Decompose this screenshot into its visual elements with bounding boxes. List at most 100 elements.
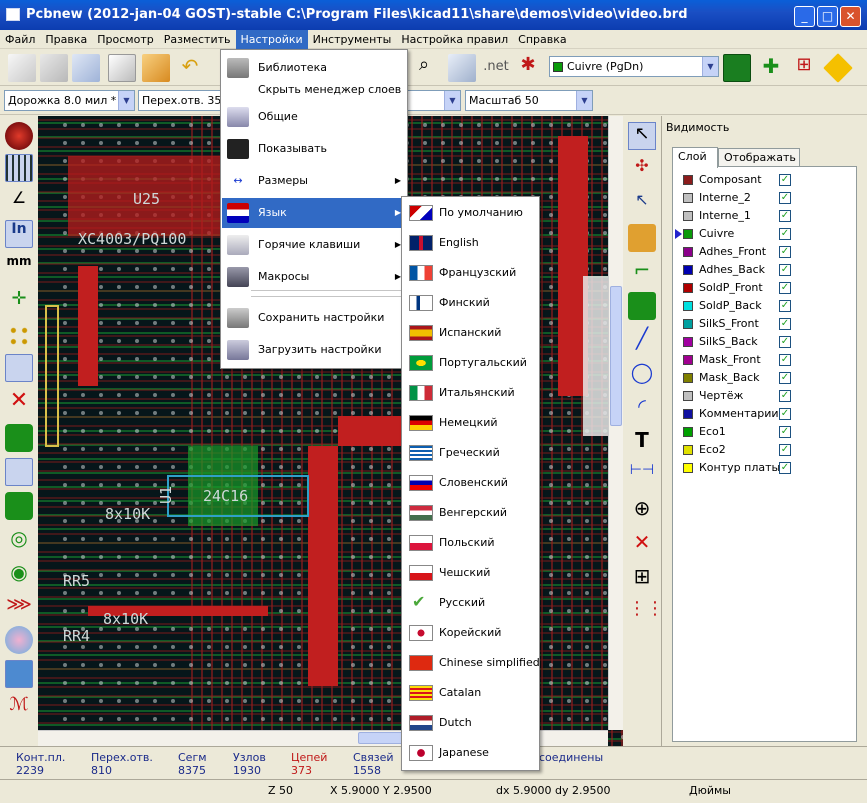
language-item[interactable]: Португальский (403, 348, 539, 378)
autoroute-icon[interactable]: ⊞ (790, 54, 818, 82)
auto-delete-track-icon[interactable]: ✕ (5, 388, 33, 416)
tab-layers[interactable]: Слой (672, 147, 718, 168)
layer-name[interactable]: Adhes_Front (699, 243, 766, 261)
page-settings-icon[interactable] (108, 54, 136, 82)
language-item[interactable]: Французский (403, 258, 539, 288)
language-item[interactable]: Финский (403, 288, 539, 318)
layer-color-swatch[interactable] (683, 445, 693, 455)
settings-menu-item[interactable]: Язык ▶ (222, 198, 407, 228)
zone-fill-icon[interactable] (5, 424, 33, 452)
chevron-down-icon[interactable]: ▼ (444, 91, 460, 110)
maximize-button[interactable]: □ (817, 6, 838, 27)
layer-color-swatch[interactable] (683, 409, 693, 419)
layer-color-swatch[interactable] (683, 373, 693, 383)
menu-file[interactable]: Файл (0, 30, 40, 49)
module-editor-icon[interactable] (142, 54, 170, 82)
layer-name[interactable]: Eco2 (699, 441, 726, 459)
track-sketch-icon[interactable]: ◉ (5, 560, 33, 588)
settings-menu-item[interactable]: Скрыть менеджер слоев (222, 78, 407, 102)
layer-visible-checkbox[interactable]: ✓ (779, 192, 791, 204)
language-item[interactable]: Чешский (403, 558, 539, 588)
add-arc-icon[interactable]: ◜ (628, 394, 656, 422)
layer-color-swatch[interactable] (683, 229, 693, 239)
chevron-down-icon[interactable]: ▼ (576, 91, 592, 110)
grid-icon[interactable] (5, 154, 33, 182)
chevron-down-icon[interactable]: ▼ (118, 91, 134, 110)
layer-name[interactable]: Контур платы (699, 459, 780, 477)
language-item[interactable]: English (403, 228, 539, 258)
language-item[interactable]: Венгерский (403, 498, 539, 528)
menu-edit[interactable]: Правка (40, 30, 92, 49)
language-item[interactable]: Japanese (403, 738, 539, 768)
layer-visible-checkbox[interactable]: ✓ (779, 246, 791, 258)
layer-color-swatch[interactable] (683, 463, 693, 473)
layer-visible-checkbox[interactable]: ✓ (779, 462, 791, 474)
menu-place[interactable]: Разместить (159, 30, 236, 49)
layer-visible-checkbox[interactable]: ✓ (779, 174, 791, 186)
delete-icon[interactable]: ✕ (628, 530, 656, 558)
cursor-shape-icon[interactable]: ✛ (5, 288, 33, 316)
layer-visible-checkbox[interactable]: ✓ (779, 336, 791, 348)
polar-coords-icon[interactable]: ∠ (5, 188, 33, 216)
python-script-icon[interactable] (823, 53, 853, 83)
layer-visible-checkbox[interactable]: ✓ (779, 390, 791, 402)
layer-visible-checkbox[interactable]: ✓ (779, 426, 791, 438)
chevron-down-icon[interactable]: ▼ (702, 57, 718, 76)
layer-visible-checkbox[interactable]: ✓ (779, 264, 791, 276)
layer-name[interactable]: Mask_Back (699, 369, 760, 387)
add-track-icon[interactable]: ⌐ (628, 258, 656, 286)
layer-name[interactable]: SilkS_Front (699, 315, 759, 333)
pad-sketch-icon[interactable] (5, 492, 33, 520)
language-item[interactable]: Польский (403, 528, 539, 558)
language-item[interactable]: Греческий (403, 438, 539, 468)
add-target-icon[interactable]: ⊕ (628, 496, 656, 524)
layer-name[interactable]: Комментарии (699, 405, 779, 423)
via-sketch-icon[interactable]: ◎ (5, 526, 33, 554)
zone-outline-icon[interactable] (5, 458, 33, 486)
add-circle-icon[interactable]: ◯ (628, 360, 656, 388)
zoom-select[interactable]: Масштаб 50 ▼ (465, 90, 593, 111)
settings-menu-item[interactable]: Макросы ▶ (222, 262, 407, 292)
new-board-icon[interactable] (8, 54, 36, 82)
print-icon[interactable] (448, 54, 476, 82)
menu-help[interactable]: Справка (513, 30, 571, 49)
settings-menu-item[interactable]: Горячие клавиши ▶ (222, 230, 407, 260)
add-module-icon[interactable] (628, 224, 656, 252)
via-size-select[interactable]: Перех.отв. 35.0 (138, 90, 222, 111)
layer-visible-checkbox[interactable]: ✓ (779, 354, 791, 366)
language-item[interactable]: Немецкий (403, 408, 539, 438)
layer-color-swatch[interactable] (683, 175, 693, 185)
microwave-shape-icon[interactable]: ℳ (5, 694, 33, 722)
vertical-scrollbar[interactable] (608, 116, 623, 730)
layer-name[interactable]: Composant (699, 171, 762, 189)
layer-name[interactable]: Adhes_Back (699, 261, 765, 279)
set-origin-icon[interactable]: ⊞ (628, 564, 656, 592)
layer-color-swatch[interactable] (683, 427, 693, 437)
layer-visible-checkbox[interactable]: ✓ (779, 300, 791, 312)
layer-color-swatch[interactable] (683, 193, 693, 203)
layer-color-swatch[interactable] (683, 355, 693, 365)
settings-menu-item[interactable]: Загрузить настройки (222, 335, 407, 365)
layer-color-swatch[interactable] (683, 337, 693, 347)
vscroll-thumb[interactable] (610, 286, 622, 426)
add-zone-icon[interactable] (628, 292, 656, 320)
layers-palette-icon[interactable] (5, 626, 33, 654)
menu-design-rules[interactable]: Настройка правил (396, 30, 513, 49)
layer-visible-checkbox[interactable]: ✓ (779, 210, 791, 222)
layer-visible-checkbox[interactable]: ✓ (779, 318, 791, 330)
layer-color-swatch[interactable] (683, 211, 693, 221)
layer-select[interactable]: Cuivre (PgDn) ▼ (549, 56, 719, 77)
layer-name[interactable]: Чертёж (699, 387, 743, 405)
find-icon[interactable]: ⌕ (410, 54, 438, 82)
layer-name[interactable]: Mask_Front (699, 351, 761, 369)
layer-color-swatch[interactable] (683, 247, 693, 257)
drc-off-icon[interactable] (5, 122, 33, 150)
highlight-net-icon[interactable]: ✣ (628, 156, 656, 184)
language-item[interactable]: По умолчанию (403, 198, 539, 228)
layer-visible-checkbox[interactable]: ✓ (779, 282, 791, 294)
layer-name[interactable]: Eco1 (699, 423, 726, 441)
layer-name[interactable]: Interne_1 (699, 207, 751, 225)
settings-menu-item[interactable]: Показывать (222, 134, 407, 164)
layer-color-swatch[interactable] (683, 283, 693, 293)
layer-name[interactable]: SilkS_Back (699, 333, 758, 351)
